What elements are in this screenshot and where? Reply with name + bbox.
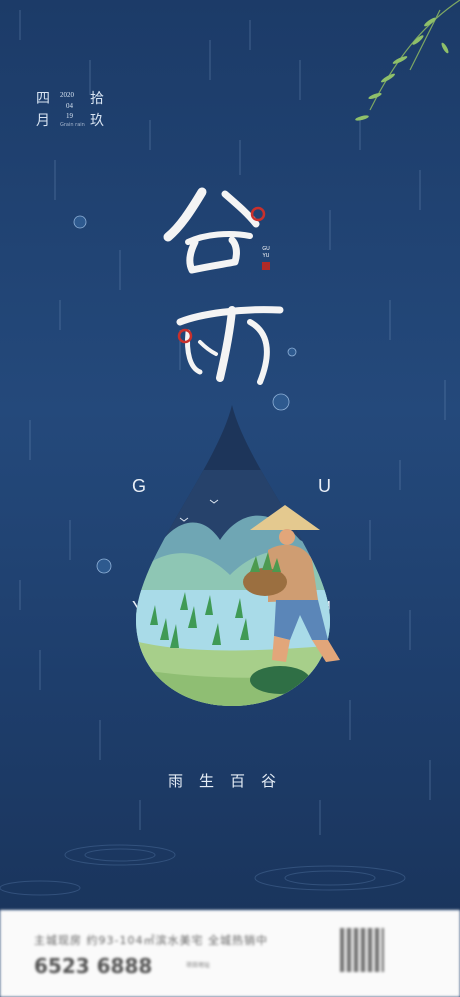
footer-small: 项目地址 (186, 962, 211, 969)
footer-phone: 6523 6888 (34, 954, 153, 978)
slogan: 雨生百谷 (167, 772, 292, 790)
qr-code-icon (340, 928, 384, 972)
footer-line1: 主城现房 约93-104㎡滨水美宅 全城热销中 (34, 934, 268, 947)
poster: 四 月 拾 玖 2020 04 19 Grain rain GU YU G U … (0, 0, 460, 910)
footer-ad: 主城现房 约93-104㎡滨水美宅 全城热销中 6523 6888 项目地址 (0, 910, 460, 997)
